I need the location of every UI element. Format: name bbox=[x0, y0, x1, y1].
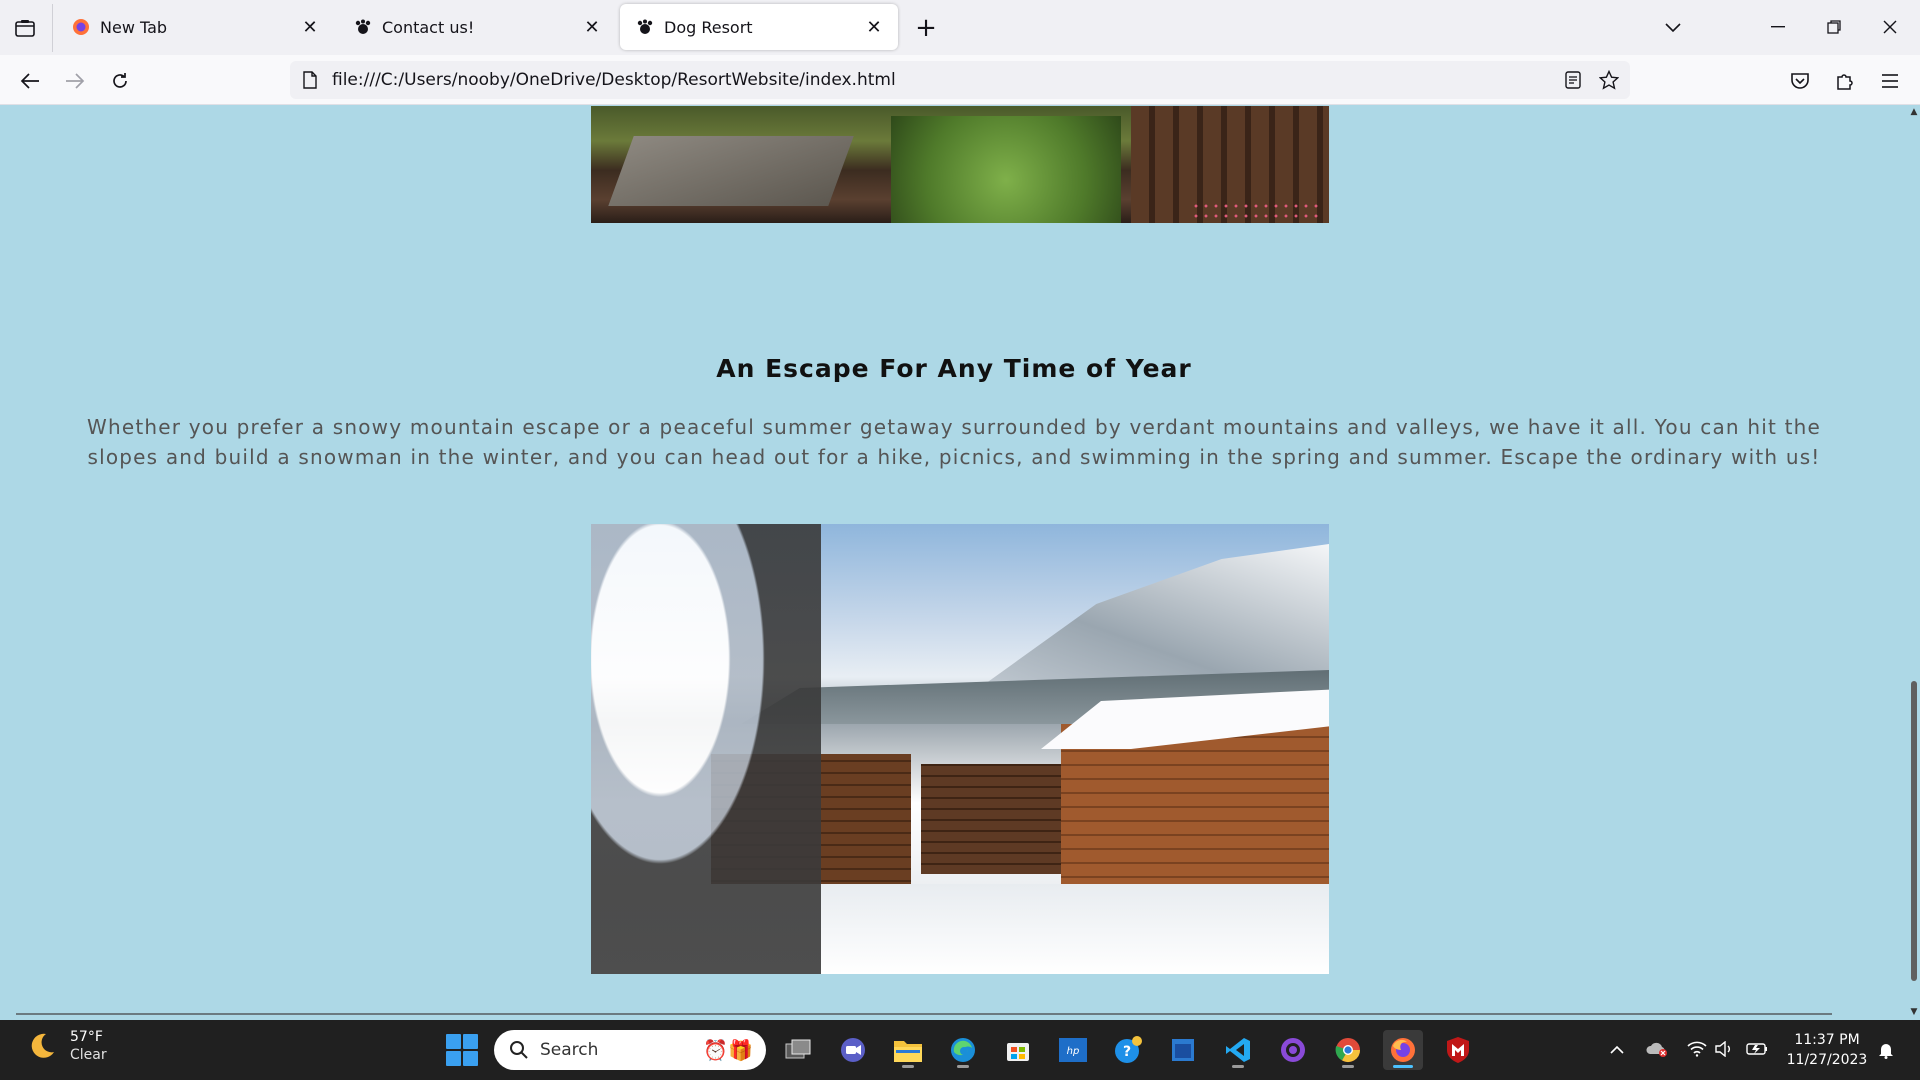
github-desktop-icon[interactable] bbox=[1273, 1030, 1313, 1070]
weather-temperature: 57°F bbox=[70, 1029, 103, 1045]
notification-bell-icon[interactable] bbox=[1874, 1038, 1898, 1062]
hamburger-menu-icon[interactable] bbox=[1874, 65, 1906, 97]
window-close-icon[interactable] bbox=[1862, 0, 1918, 54]
horizontal-divider bbox=[16, 1013, 1832, 1015]
close-icon[interactable]: ✕ bbox=[298, 15, 322, 39]
new-tab-button[interactable]: + bbox=[912, 13, 940, 43]
page-content: An Escape For Any Time of Year Whether y… bbox=[0, 106, 1908, 1018]
clock-time: 11:37 PM bbox=[1794, 1032, 1860, 1048]
search-highlight-icon: ⏰🎁 bbox=[703, 1038, 753, 1062]
tab-title: New Tab bbox=[100, 17, 168, 37]
firefox-taskbar-icon[interactable] bbox=[1383, 1030, 1423, 1070]
tab-dog-resort[interactable]: Dog Resort ✕ bbox=[620, 4, 898, 50]
scrollbar-thumb[interactable] bbox=[1911, 681, 1917, 981]
firefox-view-icon[interactable] bbox=[10, 14, 40, 42]
file-explorer-icon[interactable] bbox=[888, 1030, 928, 1070]
reader-view-icon[interactable] bbox=[1558, 65, 1588, 95]
battery-charging-icon[interactable] bbox=[1744, 1036, 1770, 1062]
close-icon[interactable]: ✕ bbox=[580, 15, 604, 39]
restore-icon[interactable] bbox=[1806, 0, 1862, 54]
dog-paw-icon bbox=[354, 18, 372, 36]
chevron-up-icon[interactable] bbox=[1604, 1036, 1630, 1062]
weather-condition: Clear bbox=[70, 1047, 107, 1063]
volume-icon[interactable] bbox=[1712, 1036, 1738, 1062]
minimize-icon[interactable] bbox=[1750, 0, 1806, 54]
system-clock[interactable]: 11:37 PM 11/27/2023 bbox=[1782, 1030, 1872, 1070]
section-title: An Escape For Any Time of Year bbox=[716, 354, 1192, 383]
reload-icon[interactable] bbox=[104, 65, 136, 97]
windows-taskbar: 57°F Clear Search ⏰🎁 hp ? 11:37 PM 11/27… bbox=[0, 1020, 1920, 1080]
taskbar-search[interactable]: Search ⏰🎁 bbox=[494, 1030, 766, 1070]
firefox-icon bbox=[72, 18, 90, 36]
clock-date: 11/27/2023 bbox=[1786, 1052, 1868, 1068]
wifi-icon[interactable] bbox=[1684, 1036, 1710, 1062]
get-help-icon[interactable]: ? bbox=[1108, 1030, 1148, 1070]
forward-arrow-icon[interactable] bbox=[59, 65, 91, 97]
bookmark-star-icon[interactable] bbox=[1594, 65, 1624, 95]
onedrive-icon[interactable] bbox=[1644, 1036, 1670, 1062]
tab-new-tab[interactable]: New Tab ✕ bbox=[56, 4, 334, 50]
weather-widget[interactable]: 57°F Clear bbox=[24, 1028, 107, 1064]
back-arrow-icon[interactable] bbox=[14, 65, 46, 97]
svg-text:?: ? bbox=[1123, 1044, 1131, 1060]
vertical-scrollbar[interactable]: ▲ ▼ bbox=[1908, 106, 1920, 1018]
windows-start-icon[interactable] bbox=[446, 1034, 478, 1066]
chevron-down-icon[interactable] bbox=[1658, 14, 1688, 42]
url-text[interactable]: file:///C:/Users/nooby/OneDrive/Desktop/… bbox=[332, 70, 1558, 90]
search-icon bbox=[508, 1039, 530, 1061]
scroll-up-arrow-icon[interactable]: ▲ bbox=[1908, 106, 1920, 118]
extensions-puzzle-icon[interactable] bbox=[1829, 65, 1861, 97]
chrome-icon[interactable] bbox=[1328, 1030, 1368, 1070]
teams-chat-icon[interactable] bbox=[833, 1030, 873, 1070]
vs-code-icon[interactable] bbox=[1218, 1030, 1258, 1070]
moon-icon bbox=[24, 1029, 58, 1063]
tab-separator bbox=[52, 4, 53, 52]
close-icon[interactable]: ✕ bbox=[862, 15, 886, 39]
village-summer-photo bbox=[591, 106, 1329, 223]
page-icon bbox=[300, 70, 320, 90]
section-paragraph: Whether you prefer a snowy mountain esca… bbox=[86, 415, 1822, 469]
task-view-icon[interactable] bbox=[778, 1030, 818, 1070]
edge-browser-icon[interactable] bbox=[943, 1030, 983, 1070]
microsoft-store-icon[interactable] bbox=[998, 1030, 1038, 1070]
tab-contact-us[interactable]: Contact us! ✕ bbox=[338, 4, 616, 50]
scroll-down-arrow-icon[interactable]: ▼ bbox=[1908, 1006, 1920, 1018]
tab-title: Dog Resort bbox=[664, 17, 753, 37]
tab-title: Contact us! bbox=[382, 17, 475, 37]
notepad-icon[interactable] bbox=[1163, 1030, 1203, 1070]
navigation-toolbar: file:///C:/Users/nooby/OneDrive/Desktop/… bbox=[0, 55, 1920, 105]
tab-strip: New Tab ✕ Contact us! ✕ Dog Resort ✕ + bbox=[0, 0, 1920, 55]
pocket-icon[interactable] bbox=[1784, 65, 1816, 97]
hp-smart-icon[interactable]: hp bbox=[1053, 1030, 1093, 1070]
mcafee-icon[interactable] bbox=[1438, 1030, 1478, 1070]
village-winter-photo bbox=[591, 524, 1329, 974]
search-label: Search bbox=[540, 1040, 599, 1060]
address-bar[interactable]: file:///C:/Users/nooby/OneDrive/Desktop/… bbox=[290, 61, 1630, 99]
svg-text:hp: hp bbox=[1067, 1046, 1080, 1057]
dog-paw-icon bbox=[636, 18, 654, 36]
